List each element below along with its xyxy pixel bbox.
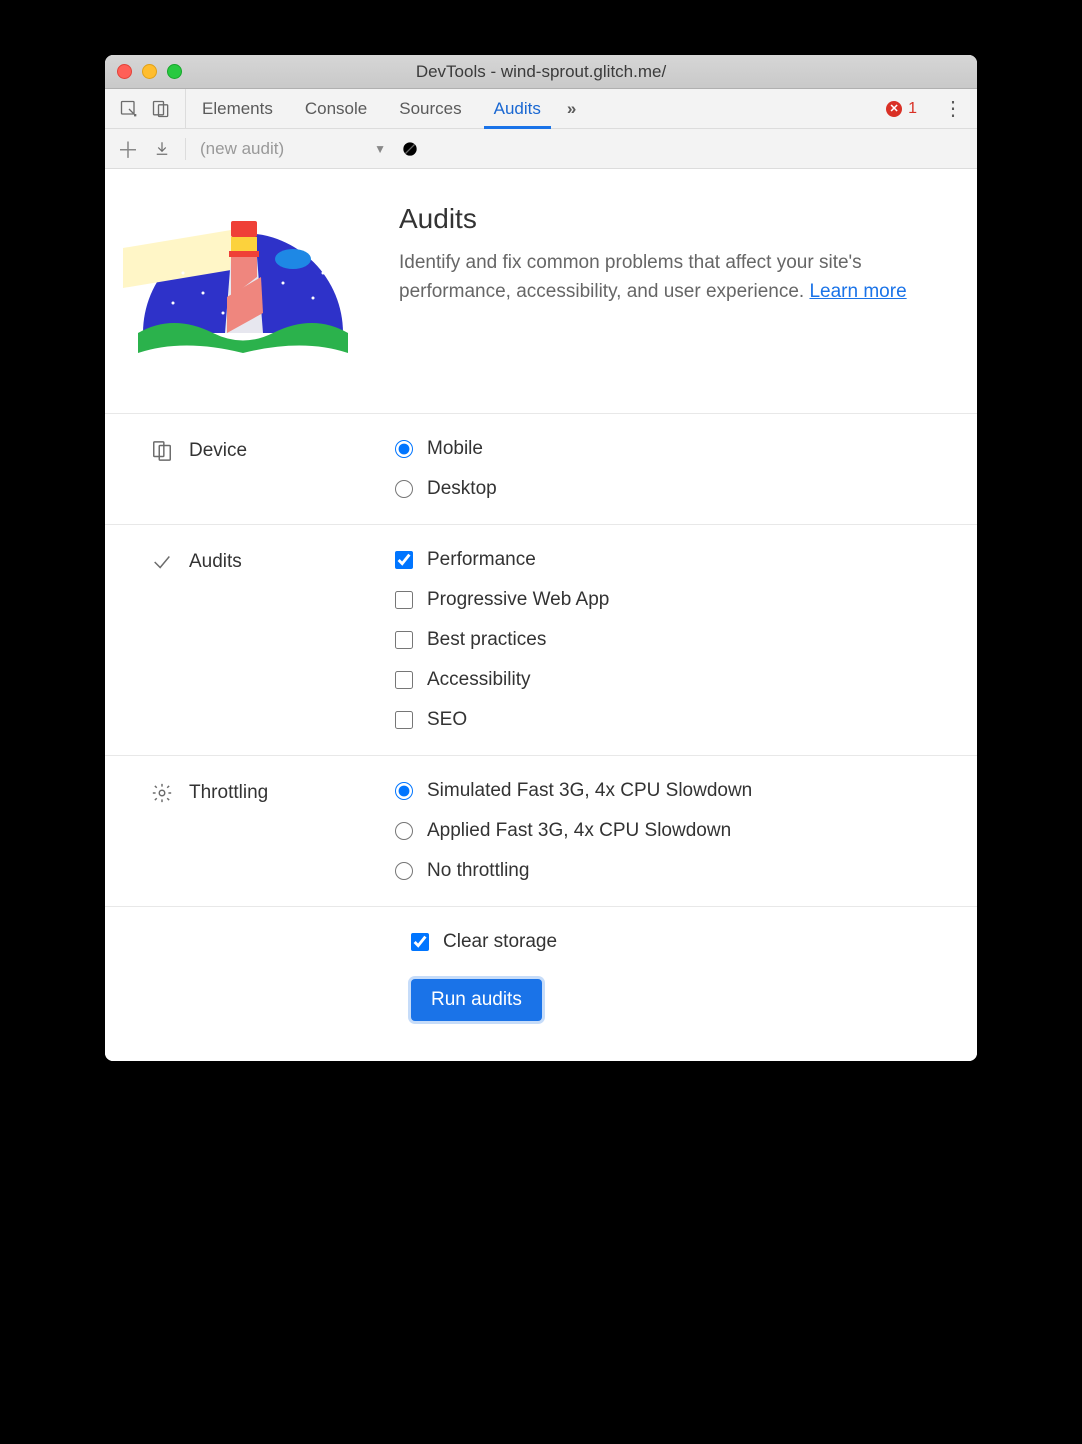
- add-icon[interactable]: ＋: [117, 133, 139, 165]
- audit-option-accessibility[interactable]: Accessibility: [395, 669, 947, 691]
- tab-sources[interactable]: Sources: [383, 89, 477, 128]
- audit-option-label: SEO: [427, 709, 467, 731]
- tab-label: Sources: [399, 99, 461, 119]
- hero-desc-text: Identify and fix common problems that af…: [399, 252, 862, 302]
- audit-option-seo[interactable]: SEO: [395, 709, 947, 731]
- error-icon: ✕: [886, 101, 902, 117]
- audit-subbar: ＋ (new audit) ▼: [105, 129, 977, 169]
- devtools-tabbar: Elements Console Sources Audits » ✕ 1 ⋮: [105, 89, 977, 129]
- audit-checkbox-seo[interactable]: [395, 711, 413, 729]
- clear-storage-label: Clear storage: [443, 931, 557, 953]
- device-option-label: Desktop: [427, 478, 497, 500]
- device-radio-mobile[interactable]: [395, 440, 413, 458]
- page-description: Identify and fix common problems that af…: [399, 249, 947, 306]
- window-title: DevTools - wind-sprout.glitch.me/: [105, 62, 977, 82]
- page-title: Audits: [399, 203, 947, 235]
- audit-checkbox-performance[interactable]: [395, 551, 413, 569]
- throttling-label: Throttling: [189, 782, 268, 804]
- inspect-icon[interactable]: [119, 99, 139, 119]
- toolbar-left-icons: [105, 89, 186, 128]
- error-indicator[interactable]: ✕ 1: [874, 100, 929, 118]
- device-option-mobile[interactable]: Mobile: [395, 438, 947, 460]
- error-count: 1: [908, 100, 917, 118]
- audit-select-label: (new audit): [200, 139, 284, 159]
- close-button[interactable]: [117, 64, 132, 79]
- audit-option-pwa[interactable]: Progressive Web App: [395, 589, 947, 611]
- hero: Audits Identify and fix common problems …: [105, 169, 977, 413]
- audit-option-label: Best practices: [427, 629, 546, 651]
- audits-panel: Audits Identify and fix common problems …: [105, 169, 977, 1061]
- devtools-window: DevTools - wind-sprout.glitch.me/ Elemen…: [105, 55, 977, 1061]
- audit-option-performance[interactable]: Performance: [395, 549, 947, 571]
- throttling-option-label: No throttling: [427, 860, 529, 882]
- tab-console[interactable]: Console: [289, 89, 383, 128]
- overflow-menu-icon[interactable]: ⋮: [929, 99, 977, 119]
- tab-audits[interactable]: Audits: [478, 89, 557, 128]
- device-option-label: Mobile: [427, 438, 483, 460]
- audit-option-label: Performance: [427, 549, 536, 571]
- throttling-option-applied[interactable]: Applied Fast 3G, 4x CPU Slowdown: [395, 820, 947, 842]
- audit-checkbox-accessibility[interactable]: [395, 671, 413, 689]
- download-icon[interactable]: [153, 140, 171, 158]
- throttling-section: Throttling Simulated Fast 3G, 4x CPU Slo…: [105, 755, 977, 907]
- tab-label: Elements: [202, 99, 273, 119]
- device-icon: [151, 440, 173, 467]
- tabs: Elements Console Sources Audits »: [186, 89, 586, 128]
- throttling-radio-applied[interactable]: [395, 822, 413, 840]
- audits-section: Audits Performance Progressive Web App B…: [105, 524, 977, 755]
- device-option-desktop[interactable]: Desktop: [395, 478, 947, 500]
- hero-text: Audits Identify and fix common problems …: [399, 203, 947, 373]
- throttling-radio-none[interactable]: [395, 862, 413, 880]
- tab-label: Console: [305, 99, 367, 119]
- learn-more-link[interactable]: Learn more: [809, 281, 906, 302]
- throttling-option-none[interactable]: No throttling: [395, 860, 947, 882]
- throttling-option-simulated[interactable]: Simulated Fast 3G, 4x CPU Slowdown: [395, 780, 947, 802]
- clear-storage-checkbox[interactable]: [411, 933, 429, 951]
- lighthouse-illustration: [123, 203, 363, 373]
- audit-checkbox-pwa[interactable]: [395, 591, 413, 609]
- gear-icon: [151, 782, 173, 809]
- minimize-button[interactable]: [142, 64, 157, 79]
- checkmark-icon: [151, 551, 173, 578]
- tab-elements[interactable]: Elements: [186, 89, 289, 128]
- device-label: Device: [189, 440, 247, 462]
- audit-option-bestpractices[interactable]: Best practices: [395, 629, 947, 651]
- run-audits-button[interactable]: Run audits: [411, 979, 542, 1021]
- chevron-down-icon: ▼: [374, 142, 386, 156]
- audit-checkbox-bestpractices[interactable]: [395, 631, 413, 649]
- audit-option-label: Progressive Web App: [427, 589, 609, 611]
- traffic-lights: [117, 64, 182, 79]
- zoom-button[interactable]: [167, 64, 182, 79]
- more-tabs-icon[interactable]: »: [557, 89, 586, 128]
- cancel-icon[interactable]: [400, 139, 420, 159]
- device-section: Device Mobile Desktop: [105, 413, 977, 524]
- run-section: Clear storage Run audits: [105, 907, 977, 1021]
- audit-option-label: Accessibility: [427, 669, 530, 691]
- titlebar: DevTools - wind-sprout.glitch.me/: [105, 55, 977, 89]
- device-radio-desktop[interactable]: [395, 480, 413, 498]
- tab-label: Audits: [494, 99, 541, 119]
- audit-select[interactable]: (new audit) ▼: [200, 139, 386, 159]
- throttling-option-label: Applied Fast 3G, 4x CPU Slowdown: [427, 820, 731, 842]
- audits-label: Audits: [189, 551, 242, 573]
- clear-storage-option[interactable]: Clear storage: [411, 931, 557, 953]
- throttling-option-label: Simulated Fast 3G, 4x CPU Slowdown: [427, 780, 752, 802]
- throttling-radio-simulated[interactable]: [395, 782, 413, 800]
- device-toolbar-icon[interactable]: [151, 99, 171, 119]
